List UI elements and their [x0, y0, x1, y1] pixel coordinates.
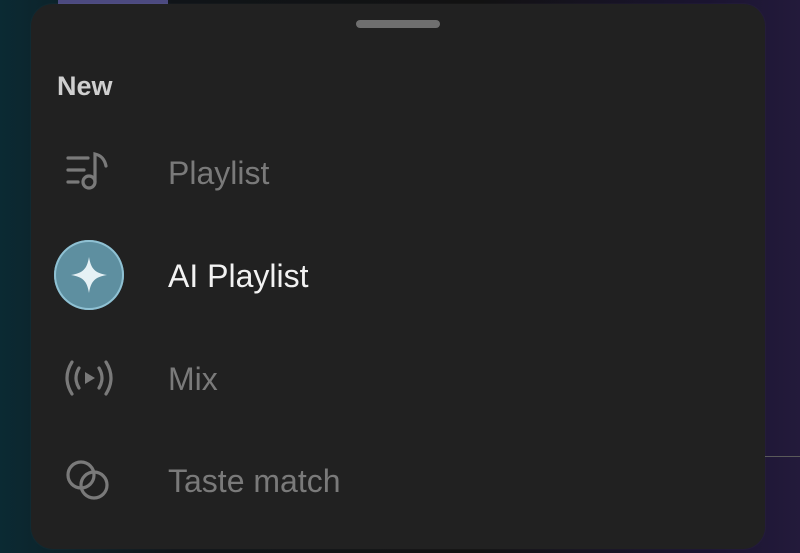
menu-item-label: Taste match — [168, 463, 341, 499]
sheet-title: New — [57, 71, 113, 101]
menu-item-ai-playlist[interactable]: AI Playlist — [31, 229, 765, 319]
menu-item-playlist[interactable]: Playlist — [31, 126, 765, 216]
menu-item-taste-match[interactable]: Taste match — [31, 434, 765, 524]
sparkle-icon — [71, 257, 107, 293]
menu-item-mix[interactable]: Mix — [31, 332, 765, 422]
menu-item-label: Mix — [168, 361, 218, 397]
menu-item-label: Playlist — [168, 155, 270, 191]
ai-playlist-avatar — [53, 239, 125, 311]
new-bottom-sheet: New Playlist AI Playlist Mix Taste match — [31, 4, 765, 549]
taste-match-icon — [53, 444, 125, 516]
playlist-icon — [53, 136, 125, 208]
menu-item-label: AI Playlist — [168, 258, 309, 294]
drag-handle[interactable] — [356, 20, 440, 28]
backdrop-divider — [760, 456, 800, 457]
broadcast-icon — [53, 342, 125, 414]
